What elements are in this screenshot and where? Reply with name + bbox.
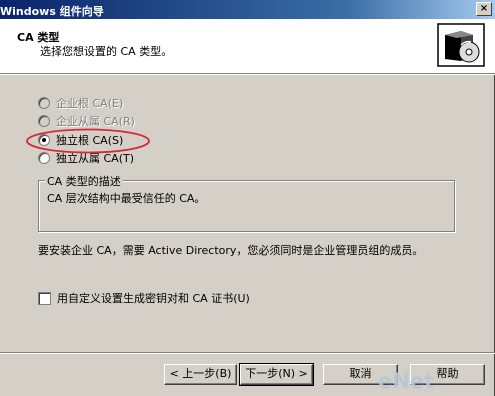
custom-keys-label: 用自定义设置生成密钥对和 CA 证书(U) (57, 292, 250, 305)
radio-label-enterprise-subordinate: 企业从属 CA(R) (56, 115, 135, 128)
next-button[interactable]: 下一步(N) > (239, 363, 314, 386)
radio-button-selected[interactable] (38, 134, 50, 146)
radio-label-enterprise-root: 企业根 CA(E) (56, 97, 124, 110)
radio-standalone-subordinate[interactable]: 独立从属 CA(T) (38, 151, 134, 165)
close-button[interactable]: × (476, 2, 492, 16)
window-title: Windows 组件向导 (0, 5, 104, 18)
radio-button[interactable] (38, 97, 50, 109)
footer-divider (0, 352, 495, 354)
radio-button[interactable] (38, 115, 50, 127)
enet-watermark: eNet (378, 369, 435, 393)
radio-enterprise-subordinate[interactable]: 企业从属 CA(R) (38, 114, 135, 128)
radio-button[interactable] (38, 152, 50, 164)
custom-keys-checkbox[interactable] (38, 291, 51, 305)
enterprise-ca-note: 要安装企业 CA，需要 Active Directory，您必须同时是企业管理员… (38, 244, 424, 257)
header-divider (0, 73, 495, 75)
description-text: CA 层次结构中最受信任的 CA。 (47, 192, 206, 205)
wizard-header: CA 类型 选择您想设置的 CA 类型。 (0, 19, 495, 73)
radio-enterprise-root[interactable]: 企业根 CA(E) (38, 96, 123, 110)
install-box-cd-icon (437, 23, 485, 67)
radio-label-standalone-root: 独立根 CA(S) (56, 134, 124, 147)
wizard-window: Windows 组件向导 × CA 类型 选择您想设置的 CA 类型。 企业根 … (0, 0, 495, 396)
title-bar[interactable]: Windows 组件向导 × (0, 0, 495, 19)
radio-standalone-root[interactable]: 独立根 CA(S) (38, 133, 123, 147)
page-subtitle: 选择您想设置的 CA 类型。 (40, 45, 173, 58)
radio-label-standalone-subordinate: 独立从属 CA(T) (56, 152, 135, 165)
custom-keys-option[interactable]: 用自定义设置生成密钥对和 CA 证书(U) (38, 291, 250, 305)
description-legend: CA 类型的描述 (45, 173, 123, 189)
back-button[interactable]: < 上一步(B) (164, 364, 237, 385)
